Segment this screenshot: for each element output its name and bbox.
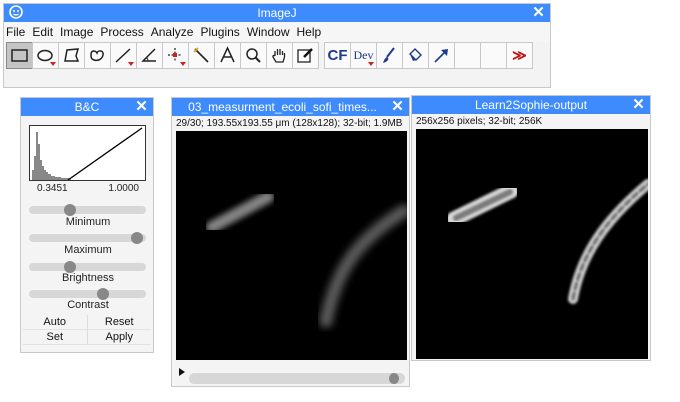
image1-title: 03_measurment_ecoli_sofi_times...: [188, 100, 377, 114]
imagej-titlebar[interactable]: ImageJ: [4, 4, 550, 22]
flood-fill-icon: [409, 48, 422, 61]
histogram-min-value: 0.3451: [37, 183, 68, 194]
scrollbar-thumb[interactable]: [388, 373, 399, 384]
cf-label: CF: [327, 47, 348, 64]
bc-title: B&C: [74, 100, 100, 114]
dropdown-indicator-icon: [368, 62, 374, 66]
dev-tool-button[interactable]: Dev: [350, 42, 377, 69]
menu-edit[interactable]: Edit: [32, 25, 53, 39]
status-line: [4, 70, 550, 87]
more-tools-button[interactable]: ≫: [506, 42, 533, 69]
menu-process[interactable]: Process: [100, 25, 143, 39]
histogram: [29, 125, 146, 181]
imagej-title: ImageJ: [257, 6, 297, 20]
image1-canvas[interactable]: [176, 131, 411, 360]
bc-titlebar[interactable]: B&C: [21, 98, 153, 116]
empty-tool-slot-1[interactable]: [454, 42, 481, 69]
hand-icon: [272, 49, 286, 63]
imagej-main-window: ImageJ File Edit Image Process Analyze P…: [3, 3, 551, 88]
wand-tool-button[interactable]: [188, 42, 215, 69]
brightness-contrast-window: B&C 0.3451 1.0000 Minimum: [20, 97, 154, 353]
image2-titlebar[interactable]: Learn2Sophie-output: [412, 96, 650, 114]
image-window-measurement: 03_measurment_ecoli_sofi_times... 29/30;…: [171, 97, 411, 387]
image2-canvas[interactable]: [416, 129, 653, 359]
contrast-label: Contrast: [67, 299, 109, 311]
line-tool-button[interactable]: [110, 42, 137, 69]
close-icon[interactable]: [390, 99, 405, 114]
image1-titlebar[interactable]: 03_measurment_ecoli_sofi_times...: [172, 98, 409, 116]
apply-button[interactable]: Apply: [87, 330, 151, 345]
slice-scrollbar[interactable]: [189, 373, 405, 384]
dev-label: Dev: [353, 48, 374, 62]
cf-tool-button[interactable]: CF: [324, 42, 351, 69]
empty-tool-slot-2[interactable]: [480, 42, 507, 69]
reset-button[interactable]: Reset: [87, 315, 151, 330]
polygon-tool-button[interactable]: [58, 42, 85, 69]
minimum-label: Minimum: [65, 216, 111, 228]
color-picker-tool-button[interactable]: [292, 42, 319, 69]
dropdown-indicator-icon: [128, 62, 134, 66]
rectangle-icon: [11, 49, 28, 62]
minimum-slider[interactable]: [29, 204, 146, 216]
set-button[interactable]: Set: [23, 330, 88, 345]
slider-knob[interactable]: [63, 204, 76, 216]
image-window-output: Learn2Sophie-output 256x256 pixels; 32-b…: [411, 95, 653, 361]
angle-tool-button[interactable]: [136, 42, 163, 69]
flood-fill-tool-button[interactable]: [402, 42, 429, 69]
close-icon[interactable]: [631, 97, 646, 112]
polygon-icon: [64, 48, 80, 62]
more-tools-icon: ≫: [512, 47, 527, 63]
histogram-max-value: 1.0000: [108, 183, 139, 194]
arrow-icon: [434, 49, 448, 63]
text-tool-button[interactable]: [214, 42, 241, 69]
rectangle-tool-button[interactable]: [6, 42, 33, 69]
freehand-tool-button[interactable]: [84, 42, 111, 69]
magnifier-icon: [246, 48, 261, 63]
toolbar: CF Dev ≫: [4, 42, 550, 70]
dropdown-indicator-icon: [50, 62, 56, 66]
point-tool-button[interactable]: [162, 42, 189, 69]
menu-plugins[interactable]: Plugins: [200, 25, 239, 39]
dropdown-indicator-icon: [180, 62, 186, 66]
menu-bar: File Edit Image Process Analyze Plugins …: [4, 22, 550, 42]
close-icon[interactable]: [531, 5, 546, 20]
oval-tool-button[interactable]: [32, 42, 59, 69]
image2-title: Learn2Sophie-output: [474, 98, 588, 112]
bc-button-row-2: Set Apply: [23, 330, 151, 345]
text-icon: [220, 46, 235, 63]
menu-image[interactable]: Image: [60, 25, 93, 39]
menu-help[interactable]: Help: [297, 25, 322, 39]
image2-info: 256x256 pixels; 32-bit; 256K: [416, 116, 543, 127]
auto-button[interactable]: Auto: [23, 315, 88, 330]
freehand-icon: [90, 50, 104, 62]
brush-icon: [383, 47, 395, 63]
play-icon[interactable]: [179, 368, 185, 376]
maximum-label: Maximum: [64, 244, 112, 256]
contrast-slider[interactable]: [29, 288, 146, 300]
menu-window[interactable]: Window: [247, 25, 290, 39]
brightness-slider[interactable]: [29, 261, 146, 273]
magnifier-tool-button[interactable]: [240, 42, 267, 69]
imagej-logo-icon: [9, 5, 23, 19]
menu-file[interactable]: File: [6, 25, 25, 39]
angle-icon: [141, 48, 156, 62]
wand-icon: [193, 47, 209, 63]
close-icon[interactable]: [134, 99, 149, 114]
brightness-label: Brightness: [62, 272, 114, 284]
scroll-tool-button[interactable]: [266, 42, 293, 69]
brush-tool-button[interactable]: [376, 42, 403, 69]
arrow-tool-button[interactable]: [428, 42, 455, 69]
histogram-labels: 0.3451 1.0000: [37, 183, 155, 194]
maximum-slider[interactable]: [29, 232, 146, 244]
bc-button-row-1: Auto Reset: [23, 315, 151, 330]
menu-analyze[interactable]: Analyze: [151, 25, 194, 39]
slider-knob[interactable]: [130, 232, 143, 244]
color-picker-icon: [297, 48, 313, 63]
image1-info: 29/30; 193.55x193.55 μm (128x128); 32-bi…: [176, 118, 403, 129]
